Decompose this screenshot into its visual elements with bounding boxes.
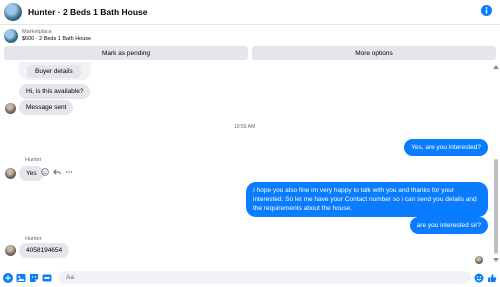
chat-header: Hunter · 2 Beds 1 Bath House: [0, 0, 500, 25]
listing-title: $600 · 2 Beds 1 Bath House: [22, 36, 92, 42]
message-actions: [41, 168, 73, 176]
timestamp: 10:50 AM: [234, 124, 256, 130]
sticker-icon[interactable]: [29, 273, 39, 283]
sender-avatar[interactable]: [5, 168, 16, 179]
emoji-icon[interactable]: [474, 273, 484, 283]
seen-avatar: [475, 256, 483, 264]
react-icon[interactable]: [41, 168, 49, 176]
message-bubble: 4058194654: [19, 243, 70, 258]
sender-avatar[interactable]: [5, 245, 16, 256]
message-bubble: Hi, is this available?: [19, 84, 91, 99]
message-bubble: Message sent: [19, 100, 74, 115]
like-icon[interactable]: [487, 273, 497, 283]
sender-name: Hunter: [25, 236, 42, 242]
buyer-details-button[interactable]: Buyer details: [27, 65, 81, 78]
image-icon[interactable]: [16, 273, 26, 283]
marketplace-listing[interactable]: Marketplace $600 · 2 Beds 1 Bath House: [0, 26, 500, 46]
info-icon[interactable]: [481, 5, 492, 16]
message-bubble-outgoing: are you interested sir?: [409, 217, 488, 234]
scroll-up-arrow[interactable]: [493, 65, 499, 69]
mark-as-pending-button[interactable]: Mark as pending: [4, 46, 248, 60]
more-options-button[interactable]: More options: [252, 46, 496, 60]
reply-icon[interactable]: [53, 168, 61, 176]
avatar[interactable]: [4, 3, 22, 21]
more-icon[interactable]: [65, 168, 73, 176]
message-bubble-outgoing: I hope you also fine im very happy to ta…: [246, 182, 488, 217]
scrollbar-thumb[interactable]: [494, 159, 498, 254]
listing-actions: Mark as pending More options: [4, 46, 496, 60]
chat-title[interactable]: Hunter · 2 Beds 1 Bath House: [28, 7, 148, 17]
sender-name: Hunter: [25, 157, 42, 163]
message-bubble-outgoing: Yes, are you interested?: [404, 139, 488, 156]
message-bubble: Yes: [19, 166, 44, 181]
message-list: Buyer details Hi, is this available? Mes…: [0, 62, 490, 265]
plus-icon[interactable]: [3, 272, 13, 283]
scroll-down-arrow[interactable]: [493, 258, 499, 262]
scrollbar[interactable]: [492, 62, 500, 265]
marketplace-label: Marketplace: [22, 29, 52, 35]
composer: Aa: [0, 268, 500, 287]
message-input[interactable]: Aa: [58, 271, 471, 284]
listing-thumbnail: [4, 29, 18, 43]
sender-avatar[interactable]: [5, 103, 16, 114]
gif-icon[interactable]: [42, 273, 52, 283]
